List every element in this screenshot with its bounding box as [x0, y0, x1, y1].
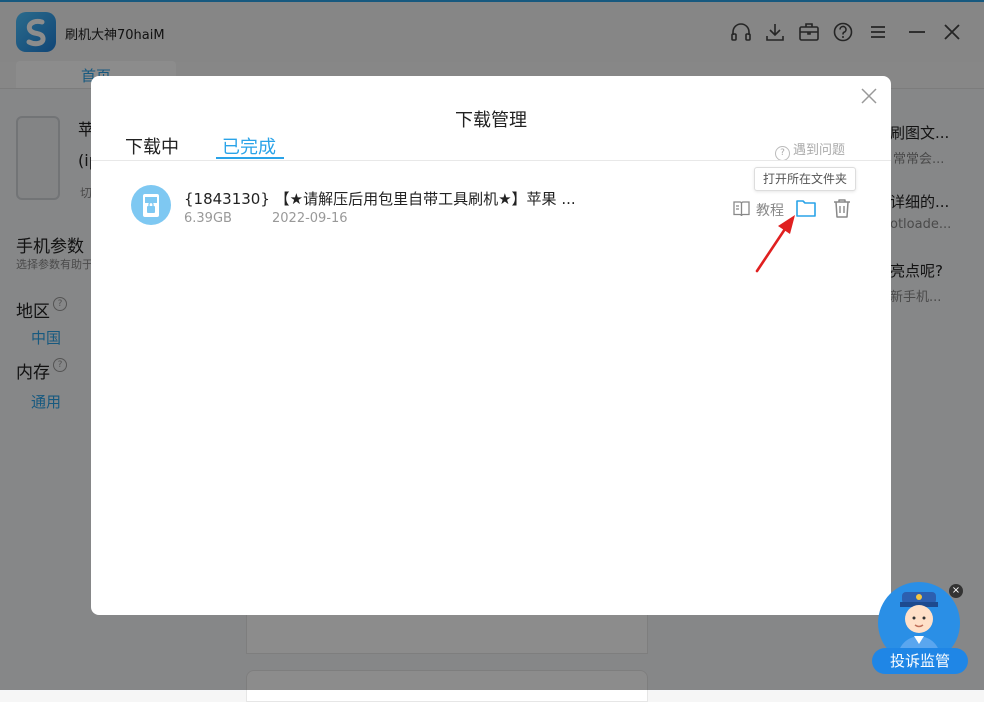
download-manager-dialog: 下载管理 下载中 已完成 ? 遇到问题 {1843130} 【★请解压后用包里自带…	[91, 76, 891, 615]
download-item-date: 2022-09-16	[272, 211, 348, 226]
dialog-title: 下载管理	[455, 110, 527, 131]
question-icon: ?	[775, 146, 790, 161]
divider	[91, 160, 891, 161]
firmware-file-icon	[131, 185, 171, 225]
download-item-title: {1843130} 【★请解压后用包里自带工具刷机★】苹果 ...	[184, 190, 576, 208]
help-link[interactable]: ? 遇到问题	[775, 139, 845, 161]
active-tab-indicator	[216, 157, 284, 159]
delete-trash-icon[interactable]	[833, 198, 851, 218]
close-icon[interactable]	[860, 87, 878, 105]
red-arrow-annotation	[755, 215, 795, 273]
tab-completed[interactable]: 已完成	[222, 133, 276, 159]
widget-close-icon[interactable]: ×	[949, 584, 963, 598]
complaint-widget[interactable]: 投诉监管 ×	[872, 582, 968, 678]
tab-downloading[interactable]: 下载中	[125, 133, 179, 159]
open-folder-tooltip: 打开所在文件夹	[754, 167, 857, 191]
tutorial-book-icon[interactable]	[732, 199, 751, 218]
complaint-supervision-button[interactable]: 投诉监管	[872, 648, 968, 674]
download-item-size: 6.39GB	[184, 211, 232, 226]
